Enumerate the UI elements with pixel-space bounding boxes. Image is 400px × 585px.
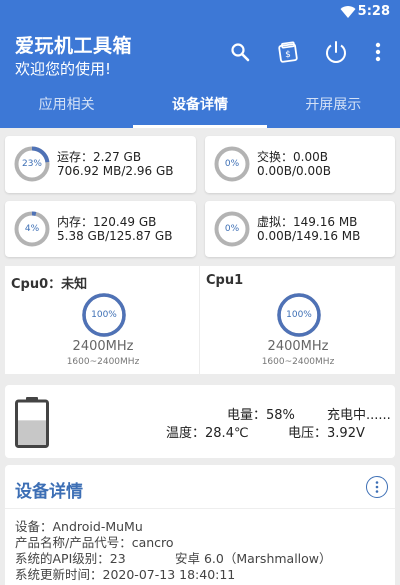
- swap-value: 0.00B: [293, 150, 328, 164]
- storage-value: 120.49 GB: [93, 215, 157, 229]
- cpu1-panel[interactable]: Cpu1 100% 2400MHz 1600~2400MHz: [200, 266, 395, 374]
- ram-used: 运存：2.27 GB: [57, 148, 141, 165]
- battery-temperature-value: 28.4℃: [205, 426, 249, 441]
- storage-percent: 4%: [24, 224, 40, 234]
- cpu1-frequency: 2400MHz: [267, 339, 329, 354]
- tab-app-related[interactable]: 应用相关: [0, 80, 133, 128]
- virtual-value: 149.16 MB: [293, 215, 358, 229]
- battery-icon: [15, 397, 49, 448]
- cpu0-title: Cpu0：未知: [11, 277, 88, 292]
- tab-splash-display[interactable]: 开屏展示: [267, 80, 400, 128]
- battery-temperature-label: 温度：: [166, 426, 206, 441]
- cpu1-title: Cpu1: [206, 273, 244, 288]
- virtual-detail: 0.00B/149.16 MB: [257, 229, 361, 243]
- more-vert-icon: [375, 42, 381, 62]
- system-update-time: 系统更新时间：2020-07-13 18:40:11: [15, 567, 236, 582]
- cpu0-frequency: 2400MHz: [72, 339, 134, 354]
- cpu0-percent: 100%: [91, 310, 117, 320]
- search-button[interactable]: [226, 38, 254, 66]
- ram-card[interactable]: 23% 运存：2.27 GB 706.92 MB/2.96 GB: [5, 136, 196, 193]
- device-details-menu-button[interactable]: [366, 476, 388, 498]
- virtual-used: 虚拟：149.16 MB: [257, 213, 357, 230]
- battery-level-value: 58%: [266, 408, 295, 423]
- battery-temperature: 温度：28.4℃: [166, 422, 249, 441]
- more-vert-circle-icon: [375, 481, 379, 493]
- ram-percent: 23%: [21, 159, 42, 169]
- virtual-percent: 0%: [224, 224, 240, 234]
- overflow-menu-button[interactable]: [364, 38, 392, 66]
- status-time: 5:28: [357, 4, 390, 19]
- battery-level: 电量：58%: [227, 404, 295, 423]
- wifi-icon: [340, 6, 356, 19]
- ram-value: 2.27 GB: [93, 150, 142, 164]
- app-subtitle: 欢迎您的使用!: [15, 60, 112, 78]
- battery-voltage-label: 电压：: [288, 426, 328, 441]
- storage-label: 内存：: [57, 215, 94, 229]
- cpu0-panel[interactable]: Cpu0：未知 100% 2400MHz 1600~2400MHz: [5, 266, 199, 374]
- tab-bar: 应用相关 设备详情 开屏展示: [0, 80, 400, 128]
- ram-detail: 706.92 MB/2.96 GB: [57, 164, 174, 178]
- device-details-card: 设备详情 设备：Android-MuMu 产品名称/产品代号：cancro 系统…: [5, 465, 395, 585]
- swap-detail: 0.00B/0.00B: [257, 164, 331, 178]
- app-title: 爱玩机工具箱: [15, 35, 133, 57]
- storage-card[interactable]: 4% 内存：120.49 GB 5.38 GB/125.87 GB: [5, 201, 196, 257]
- search-icon: [231, 43, 250, 62]
- power-button[interactable]: [322, 38, 350, 66]
- storage-detail: 5.38 GB/125.87 GB: [57, 229, 173, 243]
- battery-voltage: 电压：3.92V: [288, 422, 365, 441]
- power-icon: [326, 41, 346, 63]
- cleanup-icon: $: [278, 41, 298, 63]
- ram-label: 运存：: [57, 150, 94, 164]
- battery-voltage-value: 3.92V: [327, 426, 365, 441]
- cpu1-frequency-range: 1600~2400MHz: [261, 357, 335, 367]
- cpu0-frequency-range: 1600~2400MHz: [66, 357, 140, 367]
- swap-percent: 0%: [224, 159, 240, 169]
- battery-level-label: 电量：: [227, 408, 267, 423]
- tab-device-details[interactable]: 设备详情: [133, 80, 267, 128]
- battery-charging-state: 充电中......: [327, 408, 391, 423]
- swap-card[interactable]: 0% 交换：0.00B 0.00B/0.00B: [205, 136, 395, 193]
- battery-card[interactable]: 电量：58% 充电中...... 温度：28.4℃ 电压：3.92V: [5, 385, 395, 458]
- swap-label: 交换：: [257, 150, 294, 164]
- cpu1-percent: 100%: [286, 310, 312, 320]
- svg-text:$: $: [285, 50, 291, 60]
- virtual-card[interactable]: 0% 虚拟：149.16 MB 0.00B/149.16 MB: [205, 201, 395, 257]
- app-bar: 爱玩机工具箱 欢迎您的使用! $: [0, 24, 400, 80]
- storage-used: 内存：120.49 GB: [57, 213, 156, 230]
- details-divider: [5, 508, 395, 509]
- cleanup-button[interactable]: $: [274, 38, 302, 66]
- device-details-title: 设备详情: [15, 482, 83, 502]
- swap-used: 交换：0.00B: [257, 148, 328, 165]
- virtual-label: 虚拟：: [257, 215, 294, 229]
- status-bar: 5:28: [0, 0, 400, 24]
